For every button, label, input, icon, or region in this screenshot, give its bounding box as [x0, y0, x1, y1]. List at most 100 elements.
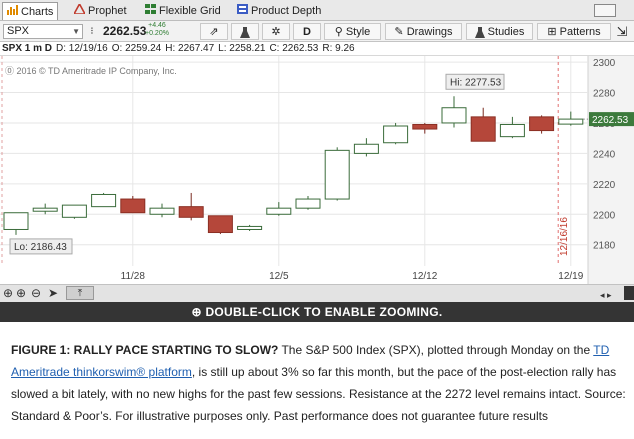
- pointer-icon[interactable]: ➤: [48, 286, 58, 300]
- price-change: +4.46 +0.20%: [145, 22, 169, 38]
- info-close: C: 2262.53: [269, 43, 319, 54]
- y-tick-label: 2300: [593, 58, 616, 69]
- candle-body: [383, 125, 409, 144]
- scroll-arrows-icon[interactable]: ◂ ▸: [600, 288, 612, 302]
- settings-button[interactable]: ✲: [262, 23, 290, 40]
- candle-body: [32, 207, 58, 212]
- pencil-icon: ✎: [394, 26, 404, 38]
- x-tick-label: 12/12: [412, 271, 437, 282]
- candle-body: [412, 123, 438, 130]
- info-date: D: 12/19/16: [56, 43, 108, 54]
- tab-label: Flexible Grid: [159, 5, 221, 17]
- candle-body: [353, 143, 379, 154]
- tab-flexible-grid[interactable]: Flexible Grid: [141, 2, 225, 20]
- app-tab-bar: Charts Prophet Flexible Grid Product Dep…: [0, 0, 634, 21]
- y-tick-label: 2240: [593, 149, 616, 160]
- y-tick-label: 2280: [593, 89, 616, 100]
- info-open: O: 2259.24: [111, 43, 162, 54]
- candle-body: [324, 149, 350, 200]
- drawings-button[interactable]: ✎ Drawings: [385, 23, 462, 40]
- tab-charts[interactable]: Charts: [2, 2, 59, 21]
- y-tick-label: 2180: [593, 241, 616, 252]
- x-tick-label: 12/5: [269, 271, 289, 282]
- candle-body: [441, 107, 467, 124]
- tab-label: Prophet: [88, 5, 127, 17]
- chart-controls-bar: ⊕ ⊕ ⊖ ➤ ⤒ ◂ ▸: [0, 284, 634, 302]
- tab-label: Charts: [21, 6, 54, 18]
- style-label: Style: [345, 26, 371, 38]
- date-marker-label: 12/16/16: [559, 217, 570, 256]
- studies-button[interactable]: Studies: [466, 23, 533, 40]
- drawings-label: Drawings: [406, 26, 453, 38]
- triangle-icon: [72, 2, 87, 20]
- bar-chart-icon: [7, 3, 18, 21]
- info-low: L: 2258.21: [218, 43, 266, 54]
- share-icon: ⇗: [209, 26, 219, 38]
- gear-icon: ✲: [271, 26, 281, 38]
- patterns-button[interactable]: ⊞ Patterns: [537, 23, 611, 40]
- aggregation-button[interactable]: D: [293, 23, 321, 40]
- style-icon: ⚲: [334, 26, 343, 38]
- zoom-banner[interactable]: ⊕ DOUBLE-CLICK TO ENABLE ZOOMING.: [0, 302, 634, 322]
- caption-title: FIGURE 1: RALLY PACE STARTING TO SLOW?: [11, 343, 279, 357]
- candle-body: [295, 198, 321, 209]
- link-icon[interactable]: ⁝: [87, 23, 97, 40]
- studies-flask-button[interactable]: [231, 23, 259, 40]
- chevron-down-icon[interactable]: ▼: [72, 25, 80, 38]
- tab-product-depth[interactable]: Product Depth: [233, 2, 325, 20]
- last-price: 2262.53: [103, 24, 147, 38]
- patterns-icon: ⊞: [547, 26, 557, 38]
- share-button[interactable]: ⇗: [200, 23, 228, 40]
- candle-body: [266, 207, 292, 215]
- window-button[interactable]: [594, 4, 616, 17]
- candle-body: [558, 118, 584, 125]
- arrow-up-icon: ⤒: [77, 288, 83, 299]
- depth-icon: [237, 2, 248, 20]
- chart-toolbar: SPX ▼ ⁝ 2262.53 +4.46 +0.20% ⇗ ✲ D ⚲ Sty…: [0, 21, 634, 42]
- figure-caption: FIGURE 1: RALLY PACE STARTING TO SLOW? T…: [11, 339, 629, 427]
- candle-body: [499, 123, 525, 138]
- candle-body: [61, 204, 87, 218]
- candle-body: [149, 207, 175, 215]
- zoom-out-icon[interactable]: ⊖: [31, 286, 41, 300]
- candle-body: [178, 206, 204, 218]
- y-tick-label: 2220: [593, 180, 616, 191]
- flask-icon: [240, 26, 250, 38]
- price-chart[interactable]: 218022002220224022602280230011/2812/512/…: [0, 56, 634, 284]
- candle-body: [470, 116, 496, 142]
- x-tick-label: 12/19: [558, 271, 583, 282]
- zoom-in-icon[interactable]: ⊕: [16, 286, 26, 300]
- expand-icon[interactable]: ⇲: [614, 23, 630, 40]
- zoom-banner-text: DOUBLE-CLICK TO ENABLE ZOOMING.: [205, 305, 443, 319]
- symbol-value: SPX: [7, 25, 30, 37]
- change-value: +4.46: [148, 22, 166, 29]
- copyright-text: ⓪ 2016 © TD Ameritrade IP Company, Inc.: [5, 66, 177, 76]
- ohlc-info-bar: SPX 1 m D D: 12/19/16 O: 2259.24 H: 2267.47…: [0, 42, 634, 56]
- candle-body: [3, 212, 29, 230]
- x-tick-label: 11/28: [121, 271, 146, 282]
- chart-title: SPX 1 m D: [2, 43, 53, 54]
- y-tick-label: 2200: [593, 210, 616, 221]
- patterns-label: Patterns: [559, 26, 601, 38]
- hi-label: Hi: 2277.53: [450, 77, 502, 88]
- info-high: H: 2267.47: [165, 43, 215, 54]
- caption-text-1: The S&P 500 Index (SPX), plotted through…: [278, 343, 594, 357]
- tab-prophet[interactable]: Prophet: [70, 2, 131, 20]
- info-range: R: 9.26: [322, 43, 355, 54]
- style-button[interactable]: ⚲ Style: [324, 23, 381, 40]
- current-price-label: 2262.53: [592, 115, 629, 126]
- magnifier-icon: ⊕: [191, 305, 202, 319]
- scroll-handle[interactable]: [624, 286, 634, 300]
- change-percent: +0.20%: [145, 30, 169, 37]
- grid-icon: [145, 2, 156, 20]
- candle-body: [91, 193, 117, 208]
- candle-body: [529, 116, 555, 132]
- chart-area[interactable]: 218022002220224022602280230011/2812/512/…: [0, 56, 634, 284]
- studies-label: Studies: [487, 26, 525, 38]
- crosshair-icon[interactable]: ⊕: [3, 286, 13, 300]
- symbol-input[interactable]: SPX ▼: [3, 24, 83, 39]
- pan-button[interactable]: ⤒: [66, 286, 94, 300]
- tab-label: Product Depth: [251, 5, 322, 17]
- candle-body: [237, 225, 263, 230]
- candle-body: [120, 198, 146, 214]
